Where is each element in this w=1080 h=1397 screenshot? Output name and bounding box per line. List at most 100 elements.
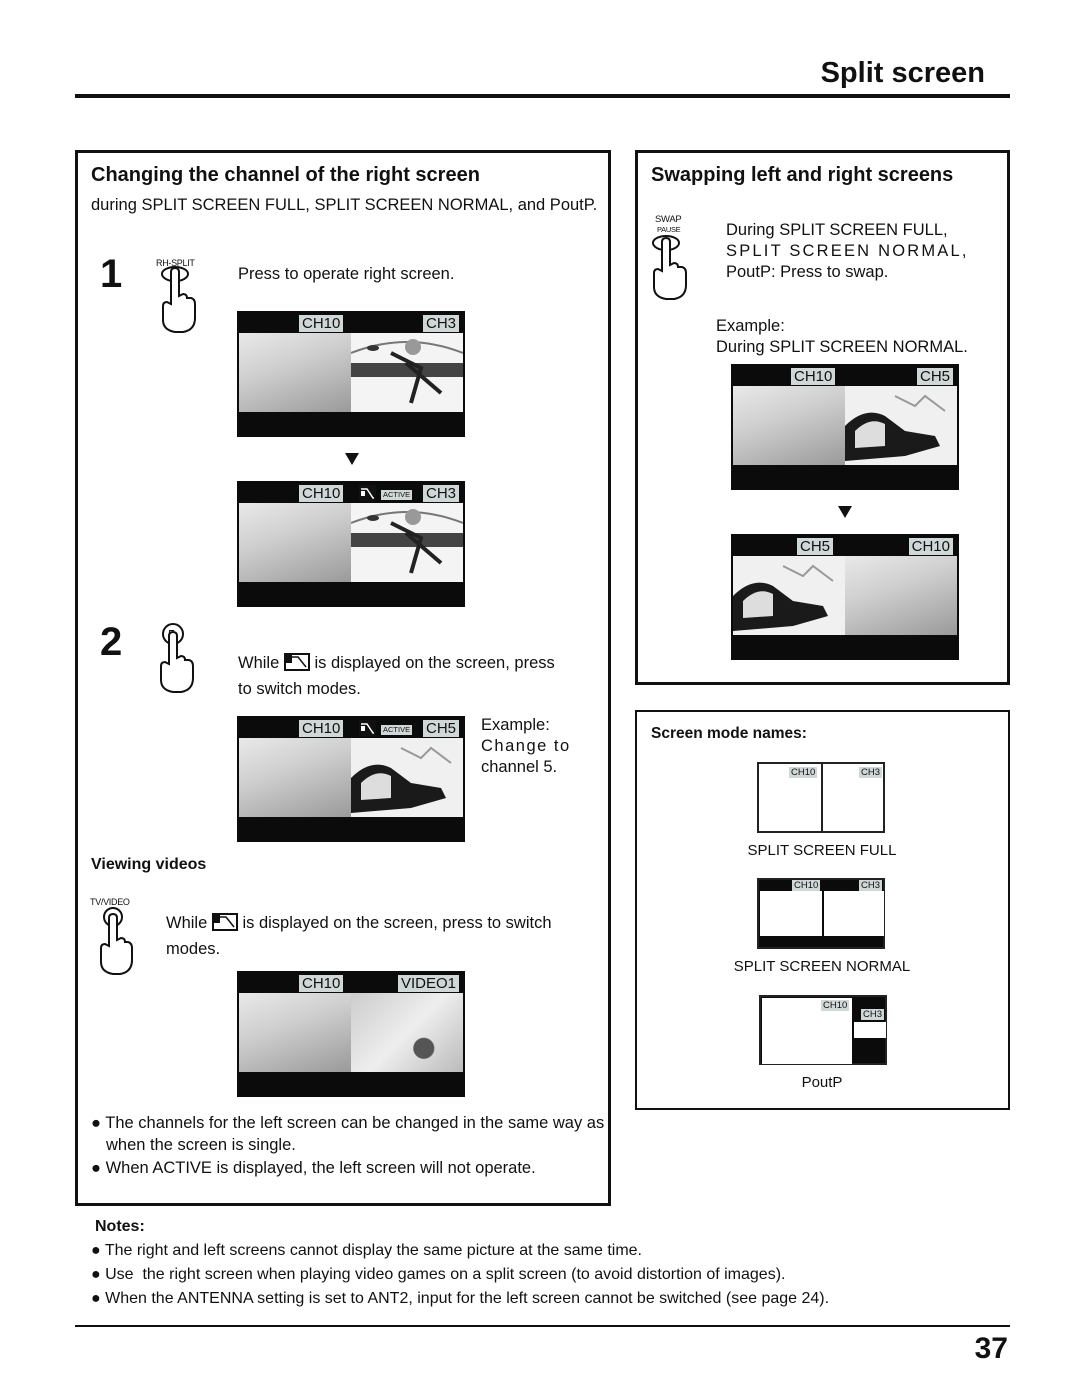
viewing-videos-heading: Viewing videos <box>91 856 207 873</box>
bullet-icon: ● <box>91 1266 106 1283</box>
note-text: The right and left screens cannot displa… <box>104 1242 642 1259</box>
right-channel-label: CH3 <box>422 315 459 332</box>
active-label: ACTIVE <box>381 725 413 735</box>
mode-diagram-split-full: CH10 CH3 <box>757 762 885 833</box>
left-bullet-2: ● When ACTIVE is displayed, the left scr… <box>91 1157 611 1179</box>
left-channel-label: CH10 <box>789 767 818 778</box>
note-item: ● When the ANTENNA setting is set to ANT… <box>91 1287 829 1311</box>
viewing-videos-instruction-pre: While <box>166 914 208 932</box>
sub-pane <box>854 1022 886 1038</box>
right-channel-label: CH3 <box>860 1009 884 1020</box>
example-line3: channel 5. <box>481 758 558 776</box>
left-bullet-1: ● The channels for the left screen can b… <box>91 1112 611 1156</box>
left-channel-label: CH10 <box>299 485 344 502</box>
car-picture <box>845 386 957 465</box>
left-bullet-2-text: When ACTIVE is displayed, the left scree… <box>105 1159 536 1177</box>
dome-picture <box>239 738 351 817</box>
page-title: Split screen <box>820 57 985 89</box>
header-rule <box>75 94 1010 98</box>
active-label: ACTIVE <box>381 490 413 500</box>
down-arrow-icon <box>345 453 359 465</box>
viewing-videos-instruction: While is displayed on the screen, press … <box>166 912 596 964</box>
left-channel-label: CH10 <box>821 1000 850 1011</box>
bullet-icon: ● <box>91 1290 106 1307</box>
tv-screen-step2: CH10 ACTIVE CH5 <box>237 716 465 842</box>
tv-screen-step1-before: CH10 CH3 <box>237 311 465 437</box>
rh-split-press-hand-icon[interactable] <box>155 266 199 334</box>
left-channel-label: CH10 <box>299 315 344 332</box>
viewing-videos-instruction-line2: modes. <box>166 940 221 958</box>
dome-picture <box>239 503 351 582</box>
swap-instruction-line2: SPLIT SCREEN NORMAL, <box>726 242 969 260</box>
step-2-example: Example: Change to channel 5. <box>481 715 586 778</box>
step-2-number: 2 <box>100 620 123 664</box>
right-channel-label: CH3 <box>422 485 459 502</box>
bullet-icon: ● <box>91 1159 106 1177</box>
football-picture <box>351 503 463 582</box>
left-channel-label: CH5 <box>797 538 834 555</box>
step-2-instruction-post: is displayed on the screen, press <box>314 654 555 672</box>
step-2-instruction-pre: While <box>238 654 280 672</box>
mode-name-split-normal: SPLIT SCREEN NORMAL <box>733 958 911 975</box>
swap-example-line2: During SPLIT SCREEN NORMAL. <box>716 338 968 356</box>
swap-example: Example: During SPLIT SCREEN NORMAL. <box>716 316 968 358</box>
tv-video-press-hand-icon[interactable] <box>96 906 136 976</box>
dome-picture <box>733 386 845 465</box>
mode-diagram-poutp: CH10 CH3 <box>759 995 887 1065</box>
bullet-icon: ● <box>91 1242 105 1259</box>
mode-indicator-icon <box>359 485 376 501</box>
modes-heading: Screen mode names: <box>651 725 807 742</box>
note-item: ● The right and left screens cannot disp… <box>91 1239 642 1263</box>
right-channel-label: CH10 <box>908 538 953 555</box>
mode-diagram-split-normal: CH10 CH3 <box>757 878 885 949</box>
flowers-picture <box>351 993 463 1072</box>
dome-picture <box>239 993 351 1072</box>
step-2-instruction: While is displayed on the screen, press … <box>238 652 598 704</box>
note-item: ● Use the right screen when playing vide… <box>91 1263 785 1287</box>
notes-heading: Notes: <box>95 1218 145 1235</box>
dome-picture <box>239 333 351 412</box>
swap-instruction: During SPLIT SCREEN FULL, SPLIT SCREEN N… <box>726 220 986 283</box>
step-1-number: 1 <box>100 252 123 296</box>
right-channel-label: CH3 <box>858 880 882 891</box>
step-2-instruction-line2: to switch modes. <box>238 680 361 698</box>
car-picture <box>733 556 845 635</box>
bullet-icon: ● <box>91 1114 106 1132</box>
mode-indicator-icon <box>211 913 238 931</box>
mode-indicator-icon <box>283 653 310 671</box>
swap-instruction-line1: During SPLIT SCREEN FULL, <box>726 221 948 239</box>
swap-press-hand-icon[interactable] <box>646 233 690 303</box>
swap-instruction-line3: PoutP: Press to swap. <box>726 263 889 281</box>
left-channel-label: CH10 <box>791 368 836 385</box>
left-section-intro: during SPLIT SCREEN FULL, SPLIT SCREEN N… <box>91 196 598 214</box>
football-picture <box>351 333 463 412</box>
dome-picture <box>845 556 957 635</box>
tv-screen-video: CH10 VIDEO1 <box>237 971 465 1097</box>
swap-example-line1: Example: <box>716 317 785 335</box>
note-text: When the ANTENNA setting is set to ANT2,… <box>105 1290 830 1307</box>
right-channel-label: CH3 <box>858 767 882 778</box>
right-channel-label: CH5 <box>916 368 953 385</box>
left-channel-label: CH10 <box>299 720 344 737</box>
tv-screen-swap-before: CH10 CH5 <box>731 364 959 490</box>
right-pane <box>824 891 884 936</box>
right-channel-label: CH5 <box>422 720 459 737</box>
example-label: Example: <box>481 716 550 734</box>
right-channel-label: VIDEO1 <box>397 975 459 992</box>
tv-screen-step1-after: CH10 ACTIVE CH3 <box>237 481 465 607</box>
mode-indicator-icon <box>359 720 376 736</box>
left-section-heading: Changing the channel of the right screen <box>91 164 480 186</box>
number-5-press-hand-icon[interactable]: 5 <box>155 622 199 694</box>
left-channel-label: CH10 <box>299 975 344 992</box>
footer-rule <box>75 1325 1010 1327</box>
left-channel-label: CH10 <box>792 880 821 891</box>
swap-button-label: SWAP <box>655 214 682 225</box>
note-text: Use the right screen when playing video … <box>105 1266 786 1283</box>
left-pane <box>760 891 822 936</box>
left-bullet-1-text: The channels for the left screen can be … <box>105 1114 605 1154</box>
page-number: 37 <box>974 1332 1008 1365</box>
mode-name-split-full: SPLIT SCREEN FULL <box>747 842 897 859</box>
example-line2: Change to <box>481 737 571 755</box>
mode-name-poutp: PoutP <box>801 1074 843 1091</box>
viewing-videos-instruction-post: is displayed on the screen, press to swi… <box>242 914 552 932</box>
